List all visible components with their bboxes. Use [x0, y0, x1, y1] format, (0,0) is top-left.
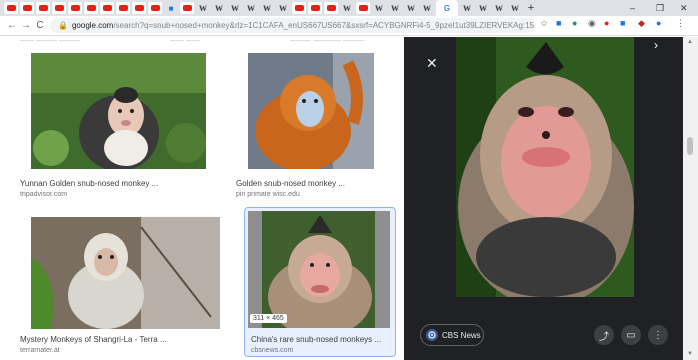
wikipedia-tab-icon[interactable]: W: [372, 2, 386, 14]
result-source[interactable]: tripadvisor.com: [20, 191, 67, 198]
extension-icon[interactable]: ◆: [638, 18, 645, 29]
wikipedia-tab-icon[interactable]: W: [212, 2, 226, 14]
monkey-image-4: [248, 211, 390, 328]
result-thumbnail[interactable]: [248, 211, 390, 328]
close-window-button[interactable]: ✕: [680, 0, 688, 16]
close-icon[interactable]: ✕: [426, 55, 438, 72]
more-icon[interactable]: ⋮: [648, 325, 668, 345]
wikipedia-tab-icon[interactable]: W: [460, 2, 474, 14]
source-name: CBS News: [442, 330, 481, 340]
bookmark-tab-icon[interactable]: ■: [164, 2, 178, 14]
wikipedia-tab-icon[interactable]: W: [228, 2, 242, 14]
partial-caption: —— ——— ———: [20, 37, 80, 44]
wikipedia-tab-icon[interactable]: W: [340, 2, 354, 14]
wikipedia-tab-icon[interactable]: W: [388, 2, 402, 14]
result-thumbnail[interactable]: [31, 217, 220, 329]
result-thumbnail[interactable]: [248, 53, 374, 169]
source-link[interactable]: CBS News: [420, 324, 484, 346]
page-scrollbar[interactable]: ▲ ▼: [683, 37, 698, 360]
wikipedia-tab-icon[interactable]: W: [420, 2, 434, 14]
url-path: /search?q=snub+nosed+monkey&rlz=1C1CAFA_…: [113, 21, 535, 30]
reload-button[interactable]: C: [32, 20, 48, 31]
monkey-image-1: [31, 53, 206, 169]
result-title[interactable]: China's rare snub-nosed monkeys ...: [251, 335, 381, 344]
result-source[interactable]: cbsnews.com: [251, 347, 293, 354]
bookmark-star-icon[interactable]: ☆: [540, 18, 548, 29]
youtube-tab-icon[interactable]: [52, 2, 66, 14]
image-preview-panel: ✕ ‹ › CBS News ⤴ ▭ ⋮: [404, 37, 683, 360]
wikipedia-tab-icon[interactable]: W: [508, 2, 522, 14]
result-title[interactable]: Yunnan Golden snub-nosed monkey ...: [20, 179, 158, 188]
wikipedia-tab-icon[interactable]: W: [260, 2, 274, 14]
extension-icon[interactable]: ●: [604, 18, 609, 28]
youtube-tab-icon[interactable]: [180, 2, 194, 14]
share-icon[interactable]: ⤴: [594, 325, 614, 345]
partial-caption: —— ——: [170, 37, 200, 44]
result-title[interactable]: Golden snub-nosed monkey ...: [236, 179, 345, 188]
youtube-tab-icon[interactable]: [36, 2, 50, 14]
youtube-tab-icon[interactable]: [20, 2, 34, 14]
maximize-button[interactable]: ❐: [656, 0, 664, 16]
extension-icon[interactable]: ◉: [588, 18, 596, 29]
preview-image[interactable]: [456, 37, 634, 297]
wikipedia-tab-icon[interactable]: W: [244, 2, 258, 14]
address-bar[interactable]: 🔒 google.com /search?q=snub+nosed+monkey…: [50, 18, 535, 33]
youtube-tab-icon[interactable]: [356, 2, 370, 14]
wikipedia-tab-icon[interactable]: W: [476, 2, 490, 14]
youtube-tab-icon[interactable]: [84, 2, 98, 14]
result-source[interactable]: terramater.at: [20, 347, 60, 354]
partial-caption: ——— ———— ———: [290, 37, 364, 44]
youtube-tab-icon[interactable]: [100, 2, 114, 14]
youtube-tab-icon[interactable]: [68, 2, 82, 14]
youtube-tab-icon[interactable]: [116, 2, 130, 14]
save-icon[interactable]: ▭: [621, 325, 641, 345]
monkey-image-3: [31, 217, 220, 329]
youtube-tab-icon[interactable]: [292, 2, 306, 14]
menu-icon[interactable]: ⋮: [676, 18, 685, 29]
wikipedia-tab-icon[interactable]: W: [276, 2, 290, 14]
extension-icon[interactable]: ●: [572, 18, 577, 28]
scroll-up-icon[interactable]: ▲: [687, 39, 693, 45]
youtube-tab-icon[interactable]: [308, 2, 322, 14]
cbs-logo-icon: [426, 329, 438, 341]
image-results: —— ——— ——— —— —— ——— ———— ——— Yunnan Gol…: [0, 37, 404, 360]
youtube-tab-icon[interactable]: [148, 2, 162, 14]
youtube-tab-icon[interactable]: [4, 2, 18, 14]
url-host: google.com: [71, 21, 114, 30]
tab-strip: ■ W W W W W W W W W W W G W W W W +: [0, 0, 698, 16]
minimize-button[interactable]: –: [630, 0, 635, 16]
youtube-tab-icon[interactable]: [132, 2, 146, 14]
result-thumbnail[interactable]: [31, 53, 206, 169]
youtube-tab-icon[interactable]: [324, 2, 338, 14]
extension-icon[interactable]: ■: [556, 18, 561, 28]
result-source[interactable]: pin primate wisc.edu: [236, 191, 300, 198]
wikipedia-tab-icon[interactable]: W: [196, 2, 210, 14]
monkey-image-2: [248, 53, 374, 169]
wikipedia-tab-icon[interactable]: W: [404, 2, 418, 14]
active-tab[interactable]: G: [436, 0, 458, 16]
image-dimensions-badge: 311 × 465: [250, 314, 287, 323]
monkey-closeup-image: [456, 37, 634, 297]
result-title[interactable]: Mystery Monkeys of Shangri-La - Terra ..…: [20, 335, 167, 344]
next-image-icon[interactable]: ›: [654, 38, 658, 52]
lock-icon: 🔒: [58, 21, 68, 30]
extension-icon[interactable]: ■: [620, 18, 625, 28]
scroll-down-icon[interactable]: ▼: [687, 351, 693, 357]
new-tab-icon[interactable]: +: [524, 2, 538, 14]
wikipedia-tab-icon[interactable]: W: [492, 2, 506, 14]
scroll-thumb[interactable]: [687, 137, 693, 155]
extension-icon[interactable]: ●: [656, 18, 661, 28]
